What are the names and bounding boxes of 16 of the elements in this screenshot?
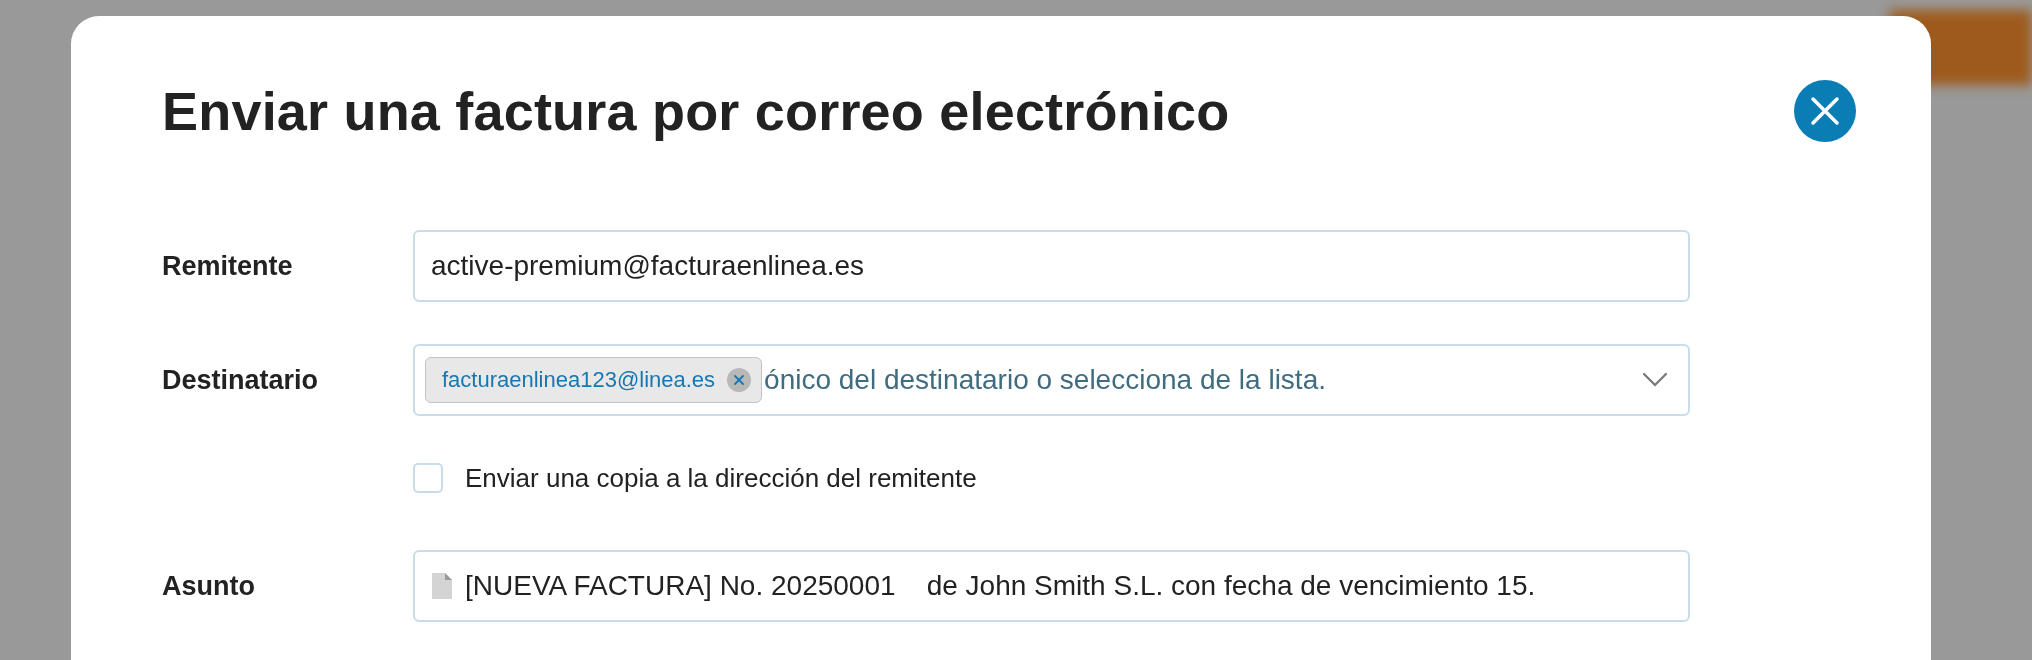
document-icon bbox=[431, 572, 453, 600]
recipient-chip[interactable]: facturaenlinea123@linea.es bbox=[425, 357, 763, 403]
sender-field[interactable]: active-premium@facturaenlinea.es bbox=[413, 230, 1690, 302]
close-icon bbox=[1810, 96, 1840, 126]
field-label: Remitente bbox=[162, 250, 294, 282]
remove-icon[interactable] bbox=[727, 368, 752, 392]
checkbox-label: Enviar una copia a la dirección del remitente bbox=[465, 462, 977, 494]
field-label: Destinatario bbox=[162, 364, 320, 396]
subject-text: [NUEVA FACTURA] No. 20250001 de John Smith S.L. con fecha de vencimiento 15. bbox=[465, 570, 1536, 602]
checkbox[interactable] bbox=[413, 463, 443, 493]
subject-field[interactable]: [NUEVA FACTURA] No. 20250001 de John Smith S.L. con fecha de vencimiento 15. bbox=[413, 550, 1690, 622]
field-placeholder: ónico del destinatario o selecciona de la lista. bbox=[764, 364, 1327, 396]
chevron-down-icon[interactable] bbox=[1642, 372, 1668, 388]
dialog-title: Enviar una factura por correo electrónico bbox=[162, 80, 1230, 142]
field-label: Asunto bbox=[162, 570, 256, 602]
recipient-field[interactable]: facturaenlinea123@linea.es ónico del destinatario o selecciona de la lista. bbox=[413, 344, 1690, 416]
